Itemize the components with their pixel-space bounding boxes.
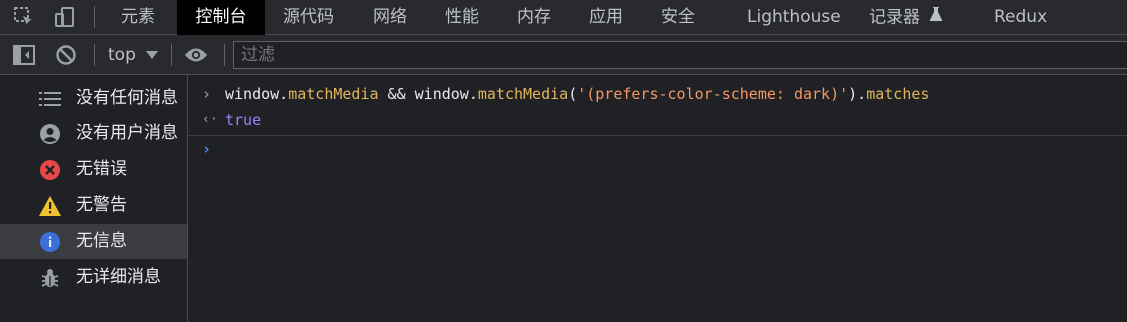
console-toolbar: top	[0, 35, 1127, 75]
sidebar-item-warnings[interactable]: 无警告	[0, 188, 187, 223]
tab-console[interactable]: 控制台	[177, 0, 265, 35]
code-token: window.	[225, 85, 289, 103]
flask-icon	[929, 0, 943, 35]
code-token: && window.	[378, 85, 478, 103]
result-arrow-icon: ‹·	[202, 112, 218, 127]
sidebar-item-user-messages[interactable]: 没有用户消息	[0, 116, 187, 151]
divider	[224, 44, 225, 66]
code-token: (	[568, 85, 578, 103]
error-icon	[39, 159, 61, 181]
tab-performance[interactable]: 性能	[445, 0, 479, 35]
tab-elements[interactable]: 元素	[121, 0, 155, 35]
prompt-chevron-icon: ›	[202, 140, 212, 158]
sidebar-item-label: 无警告	[76, 195, 127, 215]
console-input-line: › window.matchMedia && window.matchMedia…	[188, 83, 1127, 107]
code-token: matchMedia	[477, 85, 569, 103]
sidebar-item-label: 没有任何消息	[76, 88, 178, 108]
console-result-line: ‹· true	[188, 108, 1127, 136]
sidebar-item-messages[interactable]: 没有任何消息	[0, 81, 187, 116]
console-result[interactable]: true	[225, 111, 261, 129]
tab-memory[interactable]: 内存	[517, 0, 551, 35]
tab-sources[interactable]: 源代码	[283, 0, 334, 35]
code-token: '(prefers-color-scheme: dark)'	[577, 85, 849, 103]
inspect-element-icon[interactable]	[12, 5, 36, 29]
user-icon	[39, 123, 61, 145]
context-selector[interactable]: top	[108, 44, 159, 66]
clear-console-icon[interactable]	[54, 43, 78, 67]
sidebar-item-label: 没有用户消息	[76, 123, 178, 143]
live-expression-eye-icon[interactable]	[184, 43, 208, 67]
divider	[94, 44, 95, 66]
sidebar-item-verbose[interactable]: 无详细消息	[0, 260, 187, 295]
tab-security[interactable]: 安全	[661, 0, 695, 35]
devtools-tab-bar: 元素 控制台 源代码 网络 性能 内存 应用 安全 Lighthouse 记录器…	[0, 0, 1127, 35]
info-icon	[39, 231, 61, 253]
tab-recorder-label: 记录器	[869, 7, 920, 28]
tab-application[interactable]: 应用	[589, 0, 623, 35]
sidebar-item-info[interactable]: 无信息	[0, 224, 187, 259]
dropdown-arrow-icon	[146, 44, 159, 66]
console-output[interactable]: › window.matchMedia && window.matchMedia…	[188, 75, 1127, 322]
filter-input[interactable]	[233, 41, 1127, 69]
sidebar-item-label: 无详细消息	[76, 267, 161, 287]
device-toolbar-icon[interactable]	[53, 5, 77, 29]
console-command[interactable]: window.matchMedia && window.matchMedia('…	[225, 85, 929, 103]
sidebar-item-errors[interactable]: 无错误	[0, 152, 187, 187]
list-icon	[39, 88, 61, 110]
tab-network[interactable]: 网络	[373, 0, 407, 35]
sidebar-item-label: 无错误	[76, 159, 127, 179]
divider	[94, 6, 95, 28]
tab-recorder[interactable]: 记录器	[869, 0, 943, 35]
context-label: top	[108, 45, 136, 65]
chevron-right-icon: ›	[202, 85, 212, 103]
code-token: matchMedia	[288, 85, 379, 103]
console-prompt-line[interactable]: ›	[188, 137, 1127, 163]
warning-icon	[39, 195, 61, 217]
tab-lighthouse[interactable]: Lighthouse	[747, 0, 841, 35]
code-token: matches	[866, 85, 930, 103]
bug-icon	[39, 267, 61, 289]
sidebar-toggle-icon[interactable]	[12, 43, 36, 67]
console-sidebar: 没有任何消息 没有用户消息 无错误 无警告 无信息 无详细消息	[0, 75, 188, 322]
divider	[171, 44, 172, 66]
code-token: ).	[848, 85, 867, 103]
tab-redux[interactable]: Redux	[994, 0, 1047, 35]
sidebar-item-label: 无信息	[76, 231, 127, 251]
